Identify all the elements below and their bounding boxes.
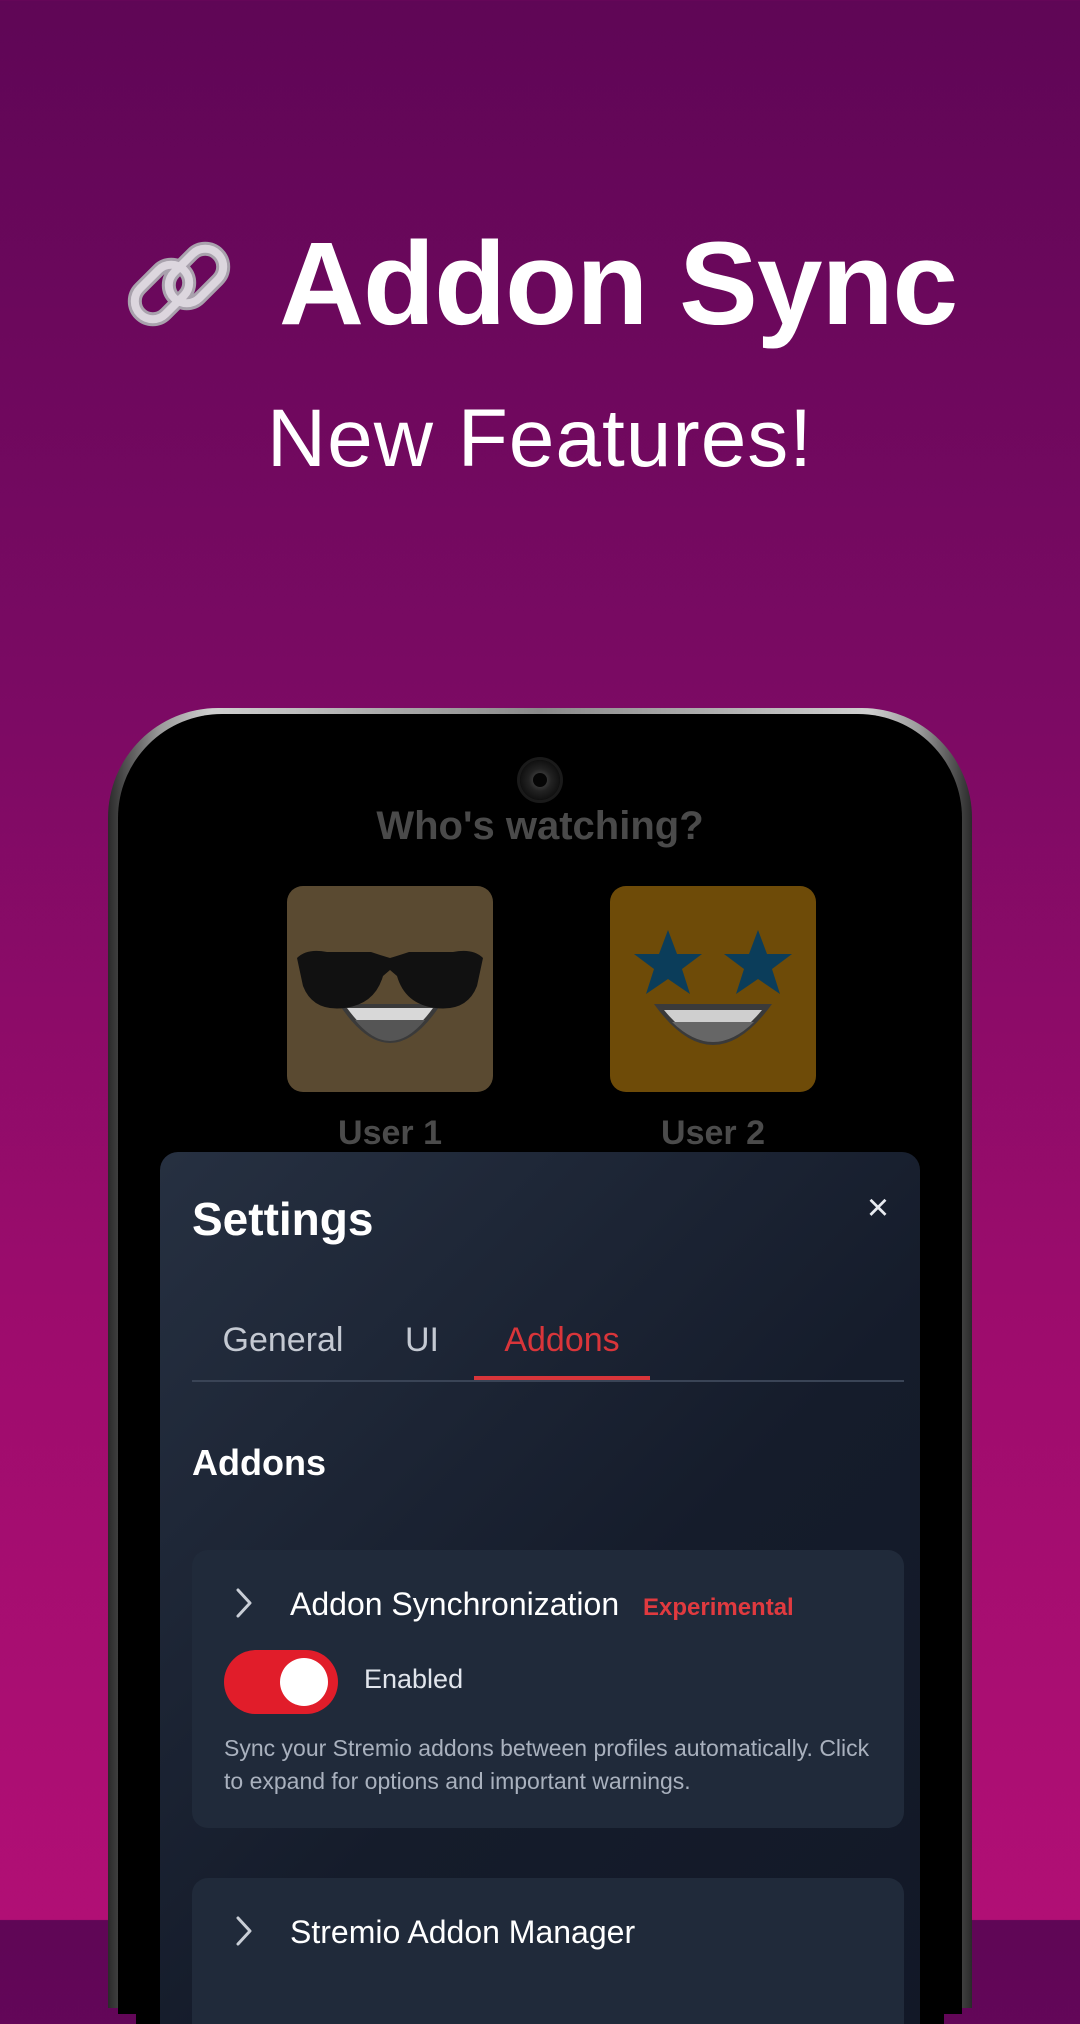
addon-manager-card[interactable]: Stremio Addon Manager xyxy=(192,1878,904,2024)
settings-title: Settings xyxy=(192,1193,374,1245)
profile-name: User 2 xyxy=(661,1114,765,1152)
chevron-right-icon[interactable] xyxy=(234,1586,254,1620)
sync-toggle[interactable] xyxy=(224,1650,338,1714)
tab-addons[interactable]: Addons xyxy=(474,1306,650,1380)
card-title: Addon Synchronization xyxy=(290,1586,620,1622)
hero-subtitle: New Features! xyxy=(266,393,814,484)
toggle-label: Enabled xyxy=(364,1664,464,1694)
close-icon[interactable]: × xyxy=(860,1189,896,1227)
profile-user-1[interactable]: User 1 xyxy=(287,886,493,1153)
addon-sync-card[interactable]: Addon Synchronization Experimental Enabl… xyxy=(192,1550,904,1828)
camera-icon xyxy=(520,760,560,800)
settings-tabs: General UI Addons xyxy=(192,1306,904,1382)
card-description: Sync your Stremio addons between profile… xyxy=(224,1735,870,1794)
phone-screen: Who's watching? User 1 User 2 Settings ×… xyxy=(136,734,944,2024)
link-icon xyxy=(127,241,231,327)
phone-frame: Who's watching? User 1 User 2 Settings ×… xyxy=(108,708,972,2024)
active-tab-indicator xyxy=(474,1376,650,1380)
toggle-knob xyxy=(280,1658,328,1706)
profile-screen-title: Who's watching? xyxy=(376,804,704,848)
hero-title-row: Addon Sync xyxy=(0,225,1080,343)
tab-ui[interactable]: UI xyxy=(374,1306,470,1380)
hero-banner: Addon Sync New Features! xyxy=(0,0,1080,560)
star-struck-face-icon[interactable] xyxy=(610,886,816,1092)
chevron-right-icon[interactable] xyxy=(234,1914,254,1948)
settings-panel: Settings × General UI Addons Addons Addo… xyxy=(160,1152,920,2024)
sunglasses-face-icon[interactable] xyxy=(287,886,493,1092)
experimental-badge: Experimental xyxy=(643,1594,794,1621)
phone-bezel: Who's watching? User 1 User 2 Settings ×… xyxy=(118,714,962,2024)
profile-name: User 1 xyxy=(338,1114,442,1152)
hero-title: Addon Sync xyxy=(278,218,958,350)
section-title: Addons xyxy=(192,1442,326,1483)
tab-general[interactable]: General xyxy=(192,1306,374,1380)
profile-user-2[interactable]: User 2 xyxy=(610,886,816,1153)
